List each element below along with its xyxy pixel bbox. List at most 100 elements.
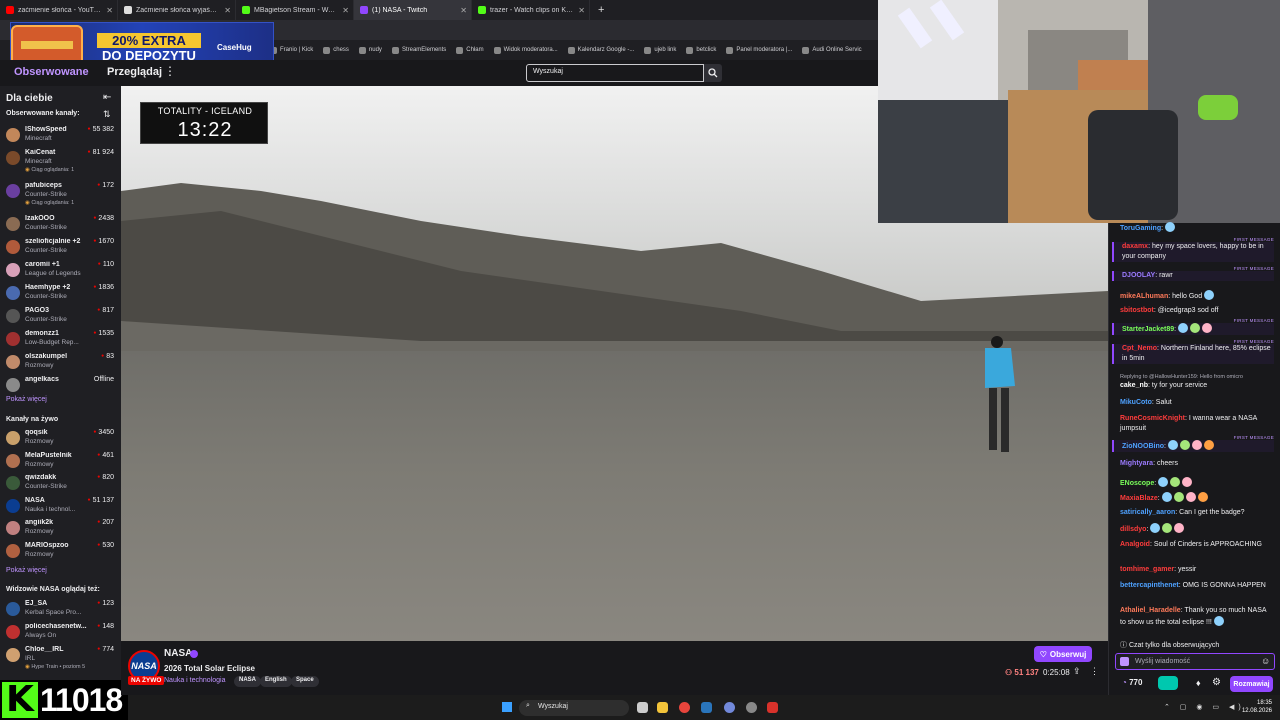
- chat-username[interactable]: sbitostbot: [1120, 307, 1154, 314]
- emote-picker-icon[interactable]: ☺: [1261, 656, 1270, 666]
- chat-input[interactable]: Wyślij wiadomość: [1115, 653, 1275, 670]
- chat-username[interactable]: DJOOLAY: [1122, 272, 1155, 279]
- chat-username[interactable]: ENoscope: [1120, 480, 1154, 487]
- search-input[interactable]: Wyszukaj: [526, 64, 704, 82]
- channel-viewers: 110: [98, 261, 114, 268]
- chat-username[interactable]: Cpt_Nemo: [1122, 345, 1157, 352]
- chat-username[interactable]: dillsdyo: [1120, 526, 1146, 533]
- sidebar-channel-item[interactable]: olszakumpel Rozmowy 83: [6, 353, 118, 375]
- bookmark-item[interactable]: Chłam: [456, 46, 484, 54]
- show-more-link-2[interactable]: Pokaż więcej: [6, 567, 47, 574]
- windows-start-icon[interactable]: [502, 702, 512, 712]
- bookmark-item[interactable]: StreamElements: [391, 46, 446, 54]
- close-tab-icon[interactable]: ✕: [106, 6, 113, 15]
- sidebar-channel-item[interactable]: angiik2k Rozmowy 207: [6, 519, 118, 541]
- browser-tab[interactable]: trazer - Watch clips on Kick ✕: [472, 0, 590, 20]
- bookmark-item[interactable]: ujeb link: [644, 46, 676, 54]
- sidebar-channel-item[interactable]: MelaPustelnikRozmowy 461: [6, 452, 118, 474]
- discord-icon[interactable]: [724, 702, 735, 713]
- bookmark-item[interactable]: Franio | Kick: [270, 46, 313, 54]
- browser-tab[interactable]: MBagietson Stream - Watch Liv ✕: [236, 0, 354, 20]
- follow-button[interactable]: ♡ Obserwuj: [1034, 646, 1092, 662]
- sidebar-channel-item[interactable]: pafubiceps Counter-Strike 172 Ciąg oglądani…: [6, 182, 118, 206]
- browser-tab[interactable]: Zaćmienie słońca wyjaśnione ✕: [118, 0, 236, 20]
- channel-name[interactable]: NASA: [164, 648, 192, 659]
- sidebar-channel-item[interactable]: angelkacs Offline: [6, 376, 118, 398]
- sidebar-channel-item[interactable]: Haemhype +2 Counter-Strike 1836: [6, 284, 118, 306]
- chat-settings-icon[interactable]: ⚙: [1212, 677, 1221, 688]
- chat-username[interactable]: MaxiaBlaze: [1120, 495, 1158, 502]
- sidebar-channel-item[interactable]: szelioficjalnie +2 Counter-Strike 1670: [6, 238, 118, 260]
- chrome-icon[interactable]: [679, 702, 690, 713]
- close-tab-icon[interactable]: ✕: [578, 6, 585, 15]
- chat-username[interactable]: mikeALhuman: [1120, 293, 1168, 300]
- new-tab-button[interactable]: +: [590, 4, 612, 16]
- sidebar-channel-item[interactable]: NASANauka i technol... 51 137: [6, 497, 118, 519]
- sidebar-channel-item[interactable]: policechasenetw... Always On 148: [6, 623, 118, 645]
- sidebar-channel-item[interactable]: demonzz1 Low-Budget Rep... 1535: [6, 330, 118, 352]
- bonus-chest-icon[interactable]: [1158, 676, 1178, 690]
- show-more-link[interactable]: Pokaż więcej: [6, 396, 47, 403]
- chat-username[interactable]: daxamx: [1122, 243, 1148, 250]
- stream-category-link[interactable]: Nauka i technologia: [164, 677, 226, 684]
- bookmark-item[interactable]: betclick: [686, 46, 716, 54]
- more-vertical-icon[interactable]: ⋮: [164, 64, 176, 78]
- chat-username[interactable]: Athaliel_Haradelle: [1120, 607, 1181, 614]
- taskbar-search[interactable]: ⌕ Wyszukaj: [519, 700, 629, 716]
- nav-followed-link[interactable]: Obserwowane: [14, 66, 89, 78]
- browser-tab[interactable]: zaćmienie słońca - YouTube ✕: [0, 0, 118, 20]
- sidebar-channel-item[interactable]: MARIOspzooRozmowy 530: [6, 542, 118, 564]
- chat-username[interactable]: satirically_aaron: [1120, 509, 1175, 516]
- chat-badge-icon[interactable]: [1120, 657, 1129, 666]
- close-tab-icon[interactable]: ✕: [224, 6, 231, 15]
- more-vertical-icon-2[interactable]: ⋮: [1090, 666, 1099, 677]
- bits-icon[interactable]: ♦: [1196, 678, 1201, 688]
- sidebar-channel-item[interactable]: caromii +1 League of Legends 110: [6, 261, 118, 283]
- sidebar-channel-item[interactable]: Chloe__IRL IRL 774 Hype Train • poziom 5: [6, 646, 118, 670]
- bookmark-item[interactable]: Kalendarz Google -...: [567, 46, 634, 54]
- antivirus-icon[interactable]: [767, 702, 778, 713]
- bookmark-item[interactable]: Widok moderatora...: [493, 46, 558, 54]
- taskbar-clock[interactable]: 18:35 12.08.2026: [1226, 699, 1272, 715]
- close-tab-icon[interactable]: ✕: [460, 6, 467, 15]
- chat-username[interactable]: Mightyara: [1120, 460, 1153, 467]
- chat-username[interactable]: StarterJacket89: [1122, 326, 1174, 333]
- sidebar-channel-item[interactable]: qoqsik Rozmowy 3450: [6, 429, 118, 451]
- task-view-icon[interactable]: [637, 702, 648, 713]
- chat-username[interactable]: tomhime_gamer: [1120, 566, 1174, 573]
- chat-username[interactable]: MikuCoto: [1120, 399, 1152, 406]
- bookmark-item[interactable]: Panel moderatora |...: [726, 46, 792, 54]
- share-icon[interactable]: ⇪: [1073, 666, 1081, 677]
- bookmark-item[interactable]: Audi Online Servic: [802, 46, 862, 54]
- chat-message: Cpt_Nemo: Northern Finland here, 85% ecl…: [1112, 339, 1274, 364]
- sidebar-channel-item[interactable]: PAGO3 Counter-Strike 817: [6, 307, 118, 329]
- bookmark-item[interactable]: nudy: [358, 46, 382, 54]
- chat-username[interactable]: ToruGaming: [1120, 225, 1161, 232]
- channel-points[interactable]: ◔ 770: [1122, 678, 1142, 687]
- stream-tag[interactable]: NASA: [234, 676, 262, 687]
- file-explorer-icon[interactable]: [657, 702, 668, 713]
- close-tab-icon[interactable]: ✕: [342, 6, 349, 15]
- collapse-sidebar-icon[interactable]: ⇤: [103, 92, 111, 103]
- nav-browse-link[interactable]: Przeglądaj: [107, 66, 162, 78]
- browser-tab[interactable]: (1) NASA - Twitch ✕: [354, 0, 472, 20]
- chat-username[interactable]: ZioNOOBino: [1122, 443, 1164, 450]
- chat-username[interactable]: Analgoid: [1120, 541, 1150, 548]
- obs-icon[interactable]: [746, 702, 757, 713]
- sidebar-channel-item[interactable]: EJ_SA Kerbal Space Pro... 123: [6, 600, 118, 622]
- chat-username[interactable]: bettercapinthenet: [1120, 582, 1179, 589]
- sidebar-channel-item[interactable]: IShowSpeed Minecraft 55 382: [6, 126, 118, 148]
- chat-username[interactable]: RuneCosmicKnight: [1120, 415, 1185, 422]
- chat-send-button[interactable]: Rozmawiaj: [1230, 676, 1273, 692]
- bookmark-item[interactable]: chess: [323, 46, 349, 54]
- stream-tag[interactable]: English: [260, 676, 292, 687]
- chat-username[interactable]: cake_nb: [1120, 382, 1148, 389]
- steam-icon[interactable]: [701, 702, 712, 713]
- channel-name: IzakOOO: [25, 215, 55, 222]
- sidebar-channel-item[interactable]: qwizdakk Counter-Strike 820: [6, 474, 118, 496]
- search-button[interactable]: [704, 64, 722, 82]
- sort-icon[interactable]: ⇅: [103, 109, 111, 120]
- sidebar-channel-item[interactable]: IzakOOO Counter-Strike 2438: [6, 215, 118, 237]
- sidebar-channel-item[interactable]: KaiCenat Minecraft 81 924 Ciąg oglądania: 1: [6, 149, 118, 173]
- stream-tag[interactable]: Space: [291, 676, 319, 687]
